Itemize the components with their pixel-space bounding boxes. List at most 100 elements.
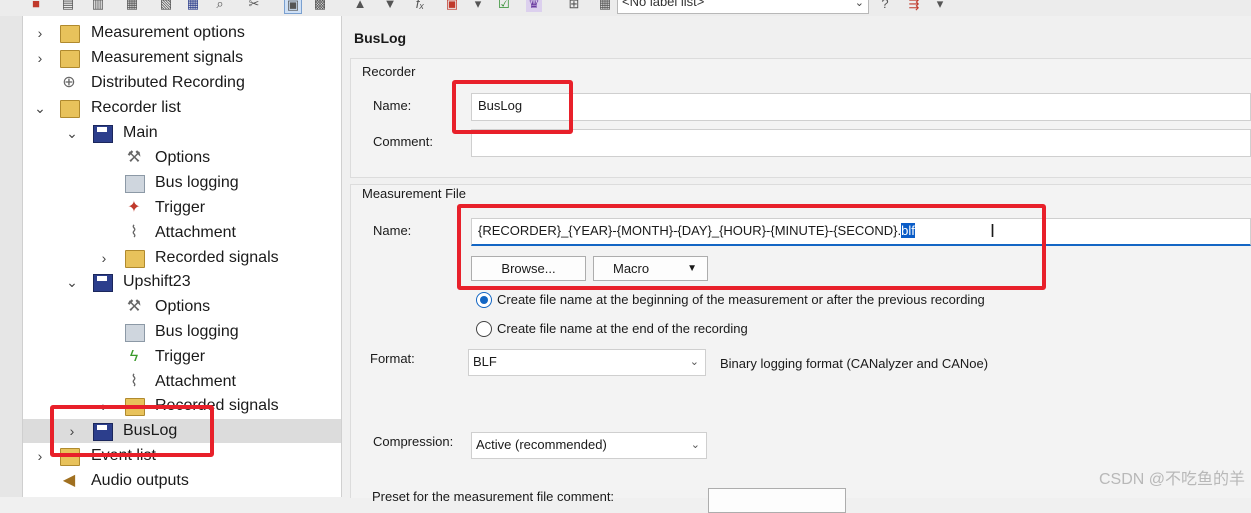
tree-item-label: Options [155,298,211,315]
view-toggle-icon[interactable]: ▣ [284,0,302,14]
compression-value: Active (recommended) [476,437,607,452]
tree-item-label: Trigger [155,199,206,216]
recorder-icon [93,125,113,143]
recorder-folder-icon [60,100,80,118]
tree-item-measurement-options[interactable]: › Measurement options [0,21,341,45]
file-name-label: Name: [373,223,412,238]
grid-icon[interactable]: ⊞ [566,0,582,12]
chevron-down-icon: ⌄ [689,356,699,368]
chevron-down-icon[interactable]: ⌄ [65,270,79,294]
format-description: Binary logging format (CANalyzer and CAN… [720,356,989,371]
chevron-down-icon[interactable]: ⌄ [33,96,47,120]
label-list-select[interactable]: <No label list> ⌄ [617,0,869,14]
tree-item-upshift23-attachment[interactable]: ⌇ Attachment [0,370,341,394]
toolbar-tool-icon[interactable]: ▥ [90,0,106,12]
tree-item-label: Distributed Recording [91,74,245,91]
move-down-icon[interactable]: ▼ [382,0,398,12]
tree-item-upshift23-trigger[interactable]: ϟ Trigger [0,345,341,369]
wizard-icon[interactable]: ♛ [526,0,542,12]
toolbar: ■ ▤ ▥ ▦ ▧ ▦ ⌕ ✂ ▣ ▩ ▲ ▼ fₓ ▣ ▾ ☑ ♛ ⊞ ▦ <… [0,0,1251,16]
tree-item-upshift23-bus-logging[interactable]: Bus logging [0,320,341,344]
tree-item-label: Bus logging [155,174,239,191]
toolbar-tool-icon[interactable]: ▩ [312,0,328,12]
tree-item-label: Upshift23 [123,273,191,290]
recorder-comment-label: Comment: [373,134,433,149]
signal-icon[interactable]: ⇶ [906,0,922,12]
preset-comment-button[interactable] [708,488,846,513]
network-icon: ⊕ [62,74,76,91]
chevron-down-icon[interactable]: ⌄ [65,121,79,145]
annotation-box-buslog [50,405,214,457]
help-icon[interactable]: ? [877,0,893,12]
save-icon[interactable]: ▣ [444,0,460,12]
create-at-beginning-label: Create file name at the beginning of the… [497,292,985,307]
compression-select[interactable]: Active (recommended) ⌄ [471,432,707,459]
recorder-name-field[interactable]: BusLog [471,93,1251,121]
tree-item-upshift23[interactable]: ⌄ Upshift23 [0,270,341,294]
chevron-down-icon[interactable]: ▾ [932,0,948,12]
chevron-right-icon[interactable]: › [33,21,47,45]
tree-item-label: Main [123,124,158,141]
tree-item-label: Measurement signals [91,49,244,66]
tree-item-audio-outputs[interactable]: ◀ Audio outputs [0,469,341,493]
toolbar-tool-icon[interactable]: ▤ [60,0,76,12]
move-up-icon[interactable]: ▲ [352,0,368,12]
page-title: BusLog [354,30,407,46]
folder-icon [125,250,145,268]
toolbar-tool-icon[interactable]: ▧ [158,0,174,12]
tree-item-main-recorded-signals[interactable]: › Recorded signals [0,246,341,270]
function-icon[interactable]: fₓ [412,0,428,12]
tree-item-main-bus-logging[interactable]: Bus logging [0,171,341,195]
format-select[interactable]: BLF ⌄ [468,349,706,376]
tree-item-label: Audio outputs [91,472,189,489]
scissors-icon[interactable]: ✂ [246,0,262,12]
bus-logging-icon [125,324,145,342]
tree-item-label: Bus logging [155,323,239,340]
tree-item-label: Trigger [155,348,206,365]
toolbar-tool-icon[interactable]: ▦ [124,0,140,12]
chevron-down-icon[interactable]: ▾ [470,0,486,12]
recorder-comment-field[interactable] [471,129,1251,157]
create-at-beginning-radio[interactable] [476,292,492,308]
tree-item-label: Options [155,149,211,166]
create-at-end-radio[interactable] [476,321,492,337]
tree-item-upshift23-options[interactable]: ⚒ Options [0,295,341,319]
tree-item-label: Attachment [155,224,236,241]
tree-item-recorder-list[interactable]: ⌄ Recorder list [0,96,341,120]
tree-item-label: Recorded signals [155,249,279,266]
trigger-icon: ✦ [127,199,141,216]
tree-item-main-trigger[interactable]: ✦ Trigger [0,196,341,220]
format-value: BLF [473,354,497,369]
exit-icon[interactable]: ■ [28,0,44,12]
chevron-right-icon[interactable]: › [97,246,111,270]
recorder-name-label: Name: [373,98,412,113]
tree-item-label: Attachment [155,373,236,390]
trigger-icon: ϟ [129,348,139,365]
tree-item-label: Recorder list [91,99,181,116]
chevron-down-icon: ⌄ [854,0,864,9]
speaker-icon: ◀ [62,472,76,489]
paperclip-icon: ⌇ [130,224,138,241]
chevron-down-icon: ⌄ [690,439,700,451]
search-icon[interactable]: ⌕ [212,0,228,12]
tree-item-label: Measurement options [91,24,245,41]
measurement-file-section-label: Measurement File [362,186,467,201]
table-icon[interactable]: ▦ [185,0,201,12]
calendar-icon[interactable]: ▦ [597,0,613,12]
watermark: CSDN @不吃鱼的羊 [1098,471,1245,488]
folder-icon [60,25,80,43]
tree-item-distributed-recording[interactable]: ⊕ Distributed Recording [0,71,341,95]
paperclip-icon: ⌇ [130,373,138,390]
check-icon[interactable]: ☑ [496,0,512,12]
format-label: Format: [370,351,415,366]
tree-item-main[interactable]: ⌄ Main [0,121,341,145]
annotation-box-recorder-name [452,80,573,134]
chevron-right-icon[interactable]: › [33,444,47,468]
tree-item-main-attachment[interactable]: ⌇ Attachment [0,221,341,245]
tree-item-main-options[interactable]: ⚒ Options [0,146,341,170]
recorder-icon [93,274,113,292]
tree-item-measurement-signals[interactable]: › Measurement signals [0,46,341,70]
label-list-value: <No label list> [622,0,705,9]
chevron-right-icon[interactable]: › [33,46,47,70]
create-at-end-label: Create file name at the end of the recor… [497,321,748,336]
